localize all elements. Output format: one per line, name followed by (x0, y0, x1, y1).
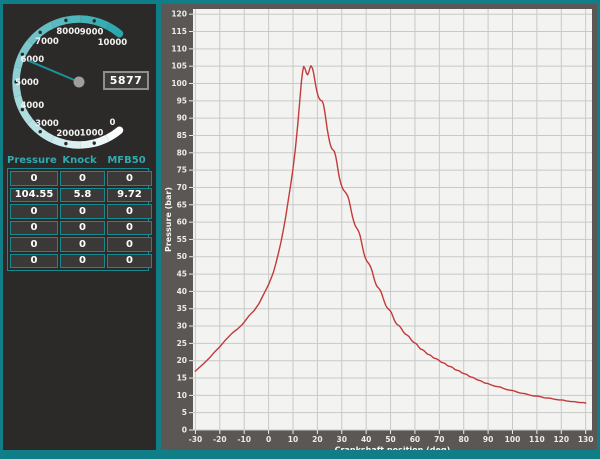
y-tick-label: 70 (177, 183, 187, 192)
table-cell[interactable]: 0 (60, 237, 105, 252)
gauge-scale-label: 4000 (20, 101, 44, 111)
y-tick-label: 5 (182, 408, 187, 417)
table-cell[interactable]: 104.55 (10, 188, 58, 203)
y-tick-label: 80 (177, 148, 187, 157)
gauge-scale-label: 0 (109, 118, 115, 128)
gauge-scale-label: 10000 (98, 38, 128, 48)
gauge-scale-label: 7000 (35, 37, 59, 47)
x-tick-label: 10 (288, 435, 298, 444)
x-tick-label: 90 (483, 435, 493, 444)
y-axis-title: Pressure (bar) (164, 187, 173, 252)
table-cell[interactable]: 0 (60, 221, 105, 236)
table-cell[interactable]: 0 (10, 237, 58, 252)
x-tick-label: 50 (385, 435, 395, 444)
y-tick-label: 10 (177, 391, 187, 400)
y-tick-label: 35 (177, 304, 187, 313)
table-cell[interactable]: 0 (10, 171, 58, 186)
y-tick-label: 0 (182, 426, 187, 435)
x-tick-label: 110 (529, 435, 545, 444)
x-tick-label: 100 (505, 435, 521, 444)
y-tick-label: 105 (171, 62, 187, 71)
y-tick-labels: 0 5 10 15 20 25 30 35 40 45 50 55 60 65 70 75 80 85 90 95 10… (171, 10, 187, 435)
measurement-table: 000104.555.89.72000000000000 (7, 168, 149, 271)
y-tick-label: 95 (177, 96, 187, 105)
y-tick-label: 85 (177, 131, 187, 140)
gauge-scale-label: 6000 (20, 55, 44, 65)
table-cell[interactable]: 9.72 (107, 188, 152, 203)
table-cell[interactable]: 5.8 (60, 188, 105, 203)
y-tick-label: 75 (177, 166, 187, 175)
x-tick-label: 60 (410, 435, 420, 444)
table-cell[interactable]: 0 (10, 254, 58, 269)
table-header-row: PressureKnockMFB50 (7, 155, 149, 166)
plot-area[interactable] (193, 9, 592, 430)
gauge-arc-start-cap (116, 127, 124, 135)
y-tick-label: 45 (177, 270, 187, 279)
table-column-header: Knock (57, 155, 102, 166)
table-cell[interactable]: 0 (107, 171, 152, 186)
x-tick-label: 0 (266, 435, 271, 444)
gauge-scale-label: 1000 (80, 129, 104, 139)
y-tick-label: 65 (177, 200, 187, 209)
chart-panel: -30-20-100102030405060708090100110120130… (161, 4, 597, 450)
y-tick-label: 40 (177, 287, 187, 296)
table-column-header: Pressure (7, 155, 55, 166)
table-cell[interactable]: 0 (60, 204, 105, 219)
y-tick-label: 50 (177, 252, 187, 261)
y-tick-label: 55 (177, 235, 187, 244)
table-cell[interactable]: 0 (10, 204, 58, 219)
y-tick-label: 25 (177, 339, 187, 348)
gauge-hub (74, 77, 85, 88)
x-tick-label: 70 (434, 435, 444, 444)
gauge-scale-label: 9000 (80, 28, 104, 38)
pressure-chart[interactable]: -30-20-100102030405060708090100110120130… (161, 4, 597, 450)
y-tick-label: 15 (177, 374, 187, 383)
y-tick-label: 115 (171, 27, 187, 36)
table-cell[interactable]: 0 (107, 254, 152, 269)
table-cell[interactable]: 0 (107, 204, 152, 219)
x-tick-label: 20 (312, 435, 322, 444)
y-tick-label: 60 (177, 218, 187, 227)
app-window: 0100020003000400050006000700080009000100… (0, 0, 600, 459)
x-tick-label: 120 (553, 435, 569, 444)
gauge-scale-label: 8000 (56, 27, 80, 37)
rpm-readout: 5877 (103, 71, 149, 90)
x-tick-labels: -30 -20 -10 0 10 20 30 40 50 60 70 80 90 100 110 120 130 (189, 435, 594, 444)
x-tick-label: 30 (337, 435, 347, 444)
y-tick-label: 30 (177, 322, 187, 331)
x-tick-label: 80 (458, 435, 468, 444)
x-tick-label: 130 (578, 435, 594, 444)
table-cell[interactable]: 0 (60, 171, 105, 186)
table-cell[interactable]: 0 (60, 254, 105, 269)
y-tick-label: 120 (171, 10, 187, 19)
left-panel: 0 100020003000 4000 5000 6000 700080009000100… (3, 4, 156, 450)
table-cell[interactable]: 0 (107, 221, 152, 236)
y-tick-label: 90 (177, 114, 187, 123)
y-tick-label: 20 (177, 356, 187, 365)
x-tick-label: 40 (361, 435, 371, 444)
table-cell[interactable]: 0 (10, 221, 58, 236)
x-axis-title: Crankshaft position (deg) (335, 446, 451, 451)
x-tick-label: -10 (237, 435, 251, 444)
table-cell[interactable]: 0 (107, 237, 152, 252)
x-tick-label: -20 (213, 435, 227, 444)
table-column-header: MFB50 (104, 155, 149, 166)
x-tick-label: -30 (189, 435, 203, 444)
gauge-scale-label: 3000 (35, 119, 59, 129)
gauge-scale-label: 5000 (15, 78, 39, 88)
y-tick-label: 100 (171, 79, 187, 88)
y-tick-label: 110 (171, 44, 187, 53)
gauge-arc-end-cap (116, 30, 124, 38)
gauge-scale-label: 2000 (56, 129, 80, 139)
